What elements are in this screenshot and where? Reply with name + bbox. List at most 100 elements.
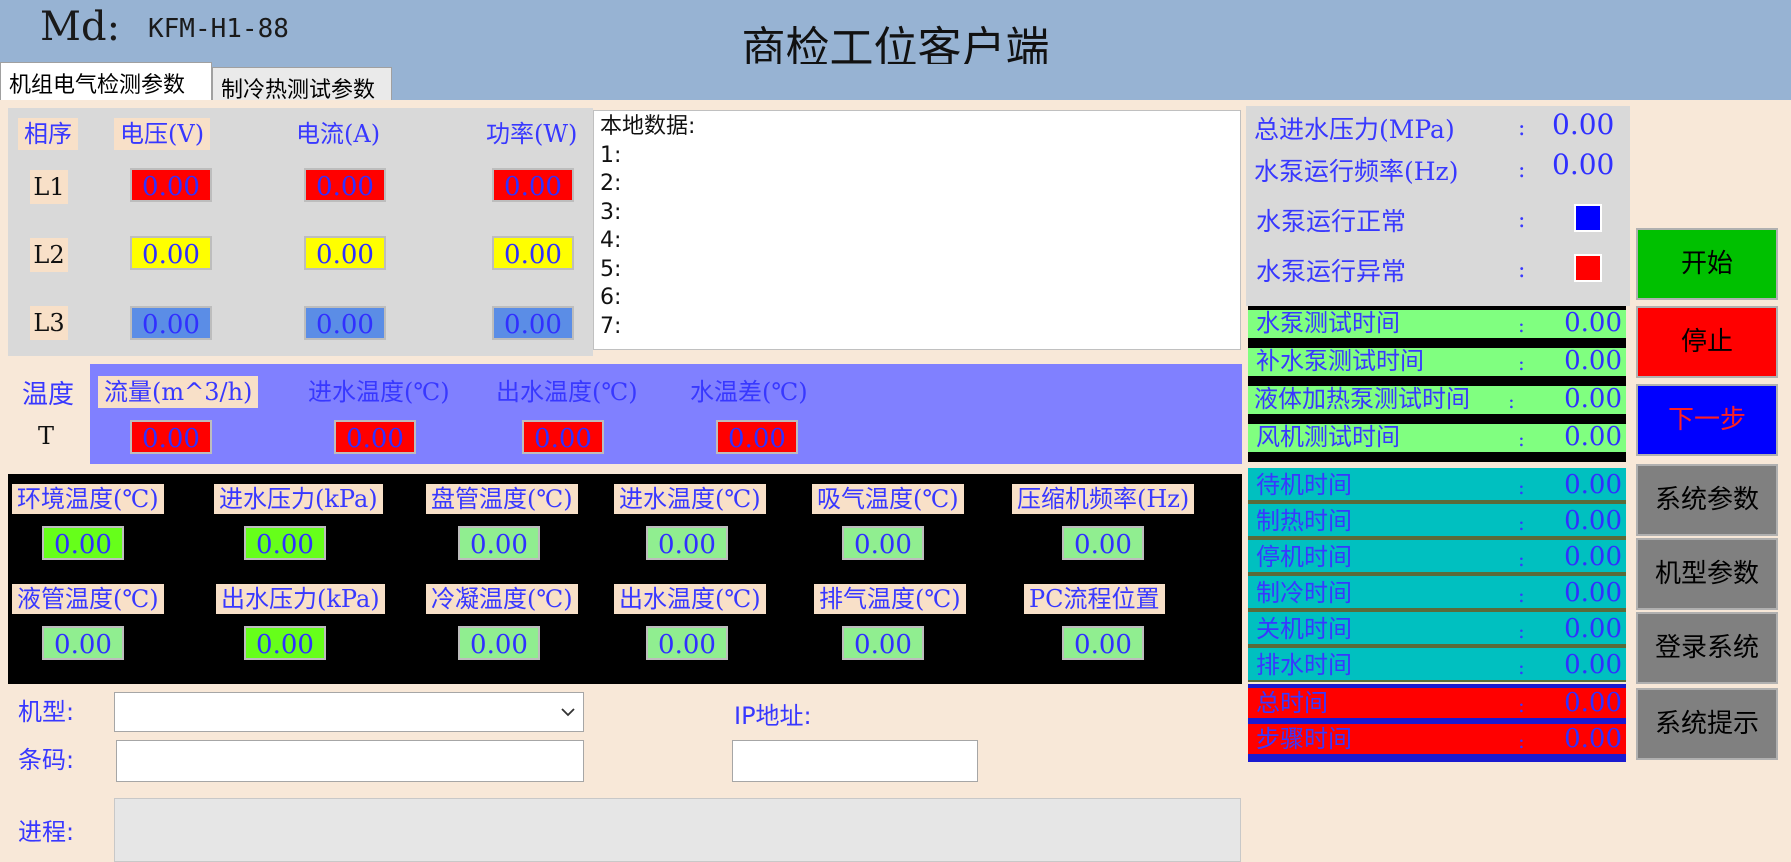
colon: : xyxy=(1508,389,1515,413)
total-inlet-pressure-value: 0.00 xyxy=(1552,108,1615,141)
colon: : xyxy=(1518,729,1525,753)
log-line: 3: xyxy=(600,199,622,225)
temperature-label: 温度 xyxy=(22,380,75,410)
standby-time-label: 待机时间 xyxy=(1256,471,1352,499)
makeup-pump-test-time-label: 补水泵测试时间 xyxy=(1256,347,1424,375)
colon: : xyxy=(1518,619,1525,643)
suction-temp-value: 0.00 xyxy=(842,526,924,560)
temperature-row-label: T xyxy=(38,422,55,450)
outlet-pressure-value: 0.00 xyxy=(244,626,326,660)
pump-frequency-label: 水泵运行频率(Hz) xyxy=(1254,157,1459,186)
pump-error-label: 水泵运行异常 xyxy=(1256,257,1407,286)
colon: : xyxy=(1518,693,1525,717)
fan-test-time-value: 0.00 xyxy=(1564,422,1622,452)
sensor-panel: 环境温度(℃) 进水压力(kPa) 盘管温度(℃) 进水温度(℃) 吸气温度(℃… xyxy=(8,474,1242,684)
total-time-label: 总时间 xyxy=(1256,689,1328,717)
temp-diff-value: 0.00 xyxy=(716,420,798,454)
heating-time-value: 0.00 xyxy=(1564,506,1622,536)
l2-current-value: 0.00 xyxy=(304,236,386,270)
drain-time-value: 0.00 xyxy=(1564,650,1622,680)
model-select[interactable] xyxy=(114,692,584,732)
flow-header: 流量(m^3/h) xyxy=(98,376,259,408)
l1-current-value: 0.00 xyxy=(304,168,386,202)
liquid-pipe-temp-value: 0.00 xyxy=(42,626,124,660)
inlet-temp-value: 0.00 xyxy=(334,420,416,454)
l2-voltage-value: 0.00 xyxy=(130,236,212,270)
power-header: 功率(W) xyxy=(486,120,578,148)
next-step-button[interactable]: 下一步 xyxy=(1636,384,1778,456)
ip-address-input[interactable] xyxy=(732,740,978,782)
ip-address-label: IP地址: xyxy=(734,702,812,730)
pump-test-time-value: 0.00 xyxy=(1564,308,1622,338)
ambient-temp-label: 环境温度(℃) xyxy=(12,484,164,514)
login-system-button[interactable]: 登录系统 xyxy=(1636,612,1778,684)
outlet-temp-value: 0.00 xyxy=(522,420,604,454)
condense-temp-value: 0.00 xyxy=(458,626,540,660)
progress-label: 进程: xyxy=(18,818,75,846)
standby-time-value: 0.00 xyxy=(1564,470,1622,500)
chevron-down-icon xyxy=(561,708,575,717)
colon: : xyxy=(1518,475,1525,499)
temp-diff-header: 水温差(℃) xyxy=(690,378,808,406)
pump-frequency-value: 0.00 xyxy=(1552,148,1615,181)
model-params-button[interactable]: 机型参数 xyxy=(1636,538,1778,610)
outlet-water-temp-value: 0.00 xyxy=(646,626,728,660)
start-button[interactable]: 开始 xyxy=(1636,228,1778,300)
temperature-panel: 流量(m^3/h) 进水温度(℃) 出水温度(℃) 水温差(℃) 0.00 0.… xyxy=(90,364,1242,464)
inlet-pressure-value: 0.00 xyxy=(244,526,326,560)
tab-cooling-heating-params[interactable]: 制冷热测试参数 xyxy=(212,67,392,103)
temperature-label-box: 温度 T xyxy=(8,364,90,464)
liquid-pipe-temp-label: 液管温度(℃) xyxy=(12,584,164,614)
compressor-freq-label: 压缩机频率(Hz) xyxy=(1012,484,1195,514)
colon: : xyxy=(1518,547,1525,571)
electrical-panel: 相序 电压(V) 电流(A) 功率(W) L1 0.00 0.00 0.00 L… xyxy=(8,108,593,356)
l3-voltage-value: 0.00 xyxy=(130,306,212,340)
compressor-freq-value: 0.00 xyxy=(1062,526,1144,560)
pc-process-position-value: 0.00 xyxy=(1062,626,1144,660)
colon: : xyxy=(1518,313,1525,337)
step-time-value: 0.00 xyxy=(1564,724,1622,754)
outlet-temp-header: 出水温度(℃) xyxy=(496,378,638,406)
colon: : xyxy=(1518,116,1526,141)
voltage-header: 电压(V) xyxy=(114,118,211,150)
total-time-value: 0.00 xyxy=(1564,688,1622,718)
barcode-input[interactable] xyxy=(116,740,584,782)
model-select-label: 机型: xyxy=(18,698,75,726)
system-hint-button[interactable]: 系统提示 xyxy=(1636,688,1778,760)
exhaust-temp-value: 0.00 xyxy=(842,626,924,660)
liquid-heat-pump-test-time-label: 液体加热泵测试时间 xyxy=(1254,385,1470,413)
system-params-button[interactable]: 系统参数 xyxy=(1636,464,1778,536)
tab-electrical-params[interactable]: 机组电气检测参数 xyxy=(0,62,212,100)
local-data-log[interactable]: 本地数据: 1: 2: 3: 4: 5: 6: 7: xyxy=(593,110,1241,350)
colon: : xyxy=(1518,258,1526,283)
shutdown-pause-time-value: 0.00 xyxy=(1564,542,1622,572)
colon: : xyxy=(1518,351,1525,375)
pump-ok-label: 水泵运行正常 xyxy=(1256,207,1407,236)
inlet-water-temp-label: 进水温度(℃) xyxy=(614,484,766,514)
step-time-label: 步骤时间 xyxy=(1256,725,1352,753)
drain-time-label: 排水时间 xyxy=(1256,651,1352,679)
inlet-pressure-label: 进水压力(kPa) xyxy=(214,484,383,514)
log-line: 4: xyxy=(600,228,622,253)
heating-time-label: 制热时间 xyxy=(1256,507,1352,535)
tab-strip: 机组电气检测参数 制冷热测试参数 xyxy=(0,62,1791,103)
phase-header: 相序 xyxy=(18,118,78,150)
l2-power-value: 0.00 xyxy=(492,236,574,270)
pump-test-time-label: 水泵测试时间 xyxy=(1256,309,1400,337)
colon: : xyxy=(1518,583,1525,607)
liquid-heat-pump-test-time-value: 0.00 xyxy=(1564,384,1622,414)
stop-button[interactable]: 停止 xyxy=(1636,306,1778,378)
pc-process-position-label: PC流程位置 xyxy=(1024,584,1165,614)
coil-temp-label: 盘管温度(℃) xyxy=(426,484,578,514)
l3-current-value: 0.00 xyxy=(304,306,386,340)
current-header: 电流(A) xyxy=(296,120,381,148)
phase-l2-label: L2 xyxy=(30,238,68,272)
log-line: 6: xyxy=(600,285,622,310)
l1-voltage-value: 0.00 xyxy=(130,168,212,202)
log-line: 2: xyxy=(600,171,622,196)
colon: : xyxy=(1518,427,1525,451)
power-off-time-value: 0.00 xyxy=(1564,614,1622,644)
colon: : xyxy=(1518,511,1525,535)
outlet-pressure-label: 出水压力(kPa) xyxy=(216,584,385,614)
colon: : xyxy=(1518,208,1526,233)
